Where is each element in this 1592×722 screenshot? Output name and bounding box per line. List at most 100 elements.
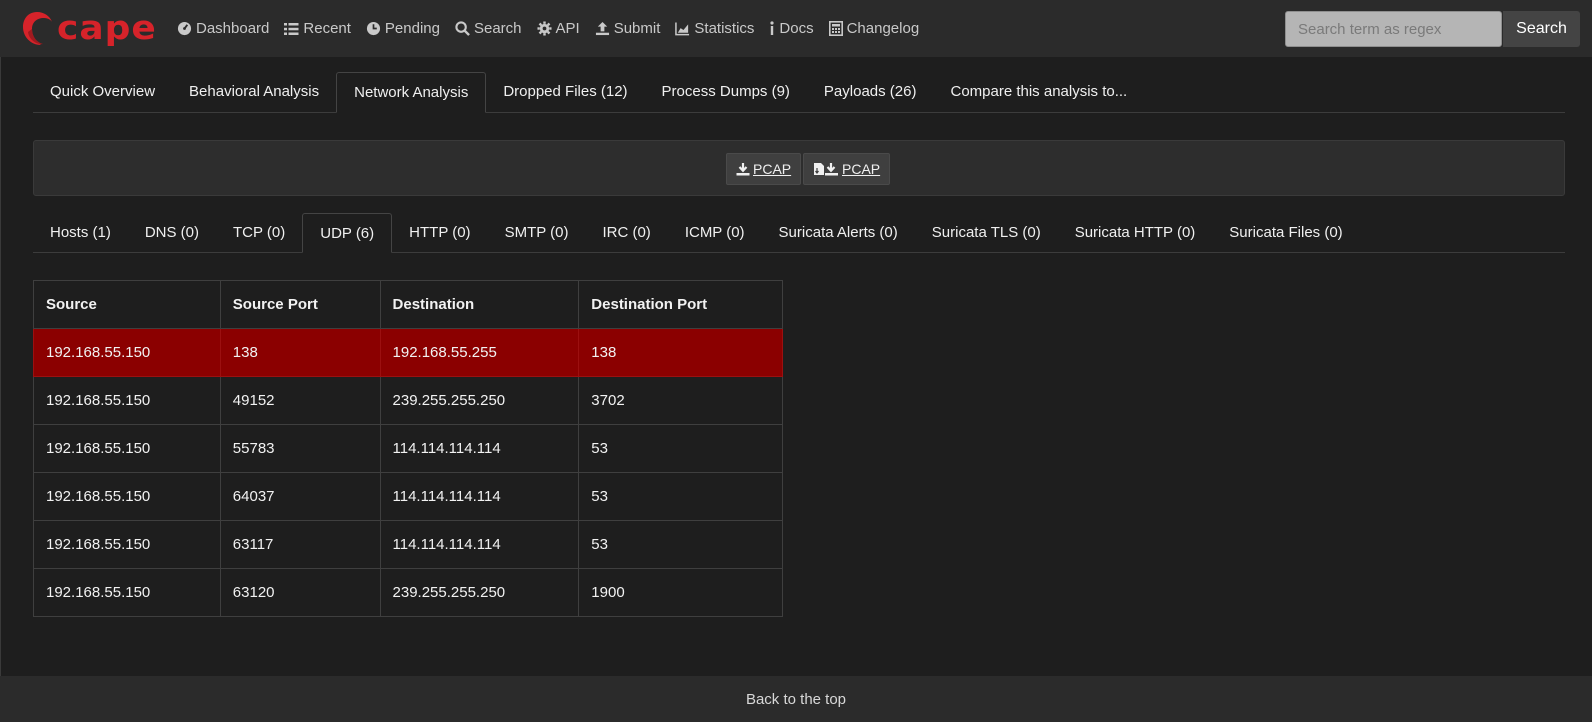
table-row: 192.168.55.150 138 192.168.55.255 138 [33,328,783,377]
nav-statistics-label: Statistics [694,20,755,37]
tab-suricata-tls[interactable]: Suricata TLS (0) [915,212,1058,252]
upload-icon [595,21,609,36]
nav-api[interactable]: API [536,20,580,37]
cell-source: 192.168.55.150 [33,472,221,521]
tab-suricata-alerts[interactable]: Suricata Alerts (0) [762,212,915,252]
cell-destination-port: 1900 [578,568,783,617]
tab-hosts[interactable]: Hosts (1) [33,212,128,252]
cell-destination-port: 3702 [578,376,783,425]
nav-docs[interactable]: Docs [769,20,814,37]
table-row: 192.168.55.150 63120 239.255.255.250 190… [33,568,783,617]
dashboard-icon [177,21,192,36]
nav-pending[interactable]: Pending [366,20,440,37]
tab-compare-analysis[interactable]: Compare this analysis to... [933,71,1144,112]
tab-behavioral-analysis[interactable]: Behavioral Analysis [172,71,336,112]
back-to-top-link[interactable]: Back to the top [746,691,846,708]
cell-destination: 114.114.114.114 [379,520,580,569]
brand-name: cape [57,9,157,48]
cell-destination: 114.114.114.114 [379,424,580,473]
search-icon [455,21,470,36]
nav-submit[interactable]: Submit [595,20,661,37]
pcap-download-alt-label: PCAP [842,161,881,177]
table-row: 192.168.55.150 63117 114.114.114.114 53 [33,520,783,569]
pcap-download-label: PCAP [753,161,792,177]
cape-logo[interactable]: cape [21,9,157,49]
nav-search[interactable]: Search [455,20,522,37]
cell-destination-port: 138 [578,328,783,377]
tab-network-analysis[interactable]: Network Analysis [336,72,487,113]
cell-destination: 239.255.255.250 [379,568,580,617]
tab-payloads[interactable]: Payloads (26) [807,71,934,112]
tab-quick-overview[interactable]: Quick Overview [33,71,172,112]
cell-source: 192.168.55.150 [33,568,221,617]
page-footer: Back to the top [0,676,1592,722]
cell-source-port: 55783 [219,424,381,473]
udp-connections-table: Source Source Port Destination Destinati… [33,280,783,617]
cell-source-port: 64037 [219,472,381,521]
network-tabs: Hosts (1) DNS (0) TCP (0) UDP (6) HTTP (… [33,213,1565,253]
nav-changelog[interactable]: Changelog [828,20,920,37]
cell-destination-port: 53 [578,472,783,521]
column-header-source: Source [33,280,221,329]
table-row: 192.168.55.150 49152 239.255.255.250 370… [33,376,783,425]
tab-suricata-files[interactable]: Suricata Files (0) [1212,212,1359,252]
pcap-download-button[interactable]: PCAP [726,153,802,185]
file-download-icon [814,163,838,176]
nav-recent[interactable]: Recent [284,20,351,37]
tab-dropped-files[interactable]: Dropped Files (12) [486,71,644,112]
top-navbar: cape Dashboard Recent Pending Search API… [0,0,1592,57]
column-header-destination-port: Destination Port [578,280,783,329]
table-row: 192.168.55.150 64037 114.114.114.114 53 [33,472,783,521]
cell-destination: 239.255.255.250 [379,376,580,425]
table-row: 192.168.55.150 55783 114.114.114.114 53 [33,424,783,473]
gear-icon [536,21,552,36]
tab-http[interactable]: HTTP (0) [392,212,487,252]
download-icon [736,162,750,175]
clock-icon [366,21,380,36]
pcap-download-alt-button[interactable]: PCAP [803,153,891,185]
analysis-tabs: Quick Overview Behavioral Analysis Netwo… [33,72,1565,113]
nav-api-label: API [555,20,580,37]
tab-suricata-http[interactable]: Suricata HTTP (0) [1058,212,1213,252]
tab-icmp[interactable]: ICMP (0) [668,212,762,252]
nav-links: Dashboard Recent Pending Search API Subm… [177,0,934,57]
column-header-destination: Destination [379,280,580,329]
info-icon [770,21,775,35]
cell-source-port: 63120 [219,568,381,617]
cell-source: 192.168.55.150 [33,520,221,569]
nav-submit-label: Submit [613,20,661,37]
chart-icon [675,21,690,35]
cell-source-port: 49152 [219,376,381,425]
nav-search-label: Search [473,20,522,37]
cell-source: 192.168.55.150 [33,328,221,377]
cape-logo-icon [23,12,52,45]
tab-process-dumps[interactable]: Process Dumps (9) [645,71,807,112]
cell-source-port: 138 [219,328,381,377]
nav-statistics[interactable]: Statistics [675,20,754,37]
cell-destination: 114.114.114.114 [379,472,580,521]
list-icon [284,22,299,35]
column-header-source-port: Source Port [219,280,381,329]
nav-pending-label: Pending [384,20,440,37]
tab-dns[interactable]: DNS (0) [128,212,216,252]
tab-udp[interactable]: UDP (6) [302,213,393,253]
cell-destination-port: 53 [578,520,783,569]
tab-tcp[interactable]: TCP (0) [216,212,302,252]
cell-source-port: 63117 [219,520,381,569]
nav-changelog-label: Changelog [846,20,920,37]
cell-destination: 192.168.55.255 [379,328,580,377]
nav-dashboard-label: Dashboard [196,20,270,37]
cell-source: 192.168.55.150 [33,376,221,425]
pcap-download-panel: PCAP PCAP [33,140,1565,196]
calculator-icon [828,21,843,36]
cell-source: 192.168.55.150 [33,424,221,473]
search-input[interactable] [1285,11,1502,47]
search-button[interactable]: Search [1503,11,1580,47]
tab-irc[interactable]: IRC (0) [585,212,667,252]
nav-recent-label: Recent [303,20,351,37]
nav-docs-label: Docs [779,20,814,37]
cell-destination-port: 53 [578,424,783,473]
nav-dashboard[interactable]: Dashboard [177,20,269,37]
table-header-row: Source Source Port Destination Destinati… [33,280,783,329]
tab-smtp[interactable]: SMTP (0) [488,212,586,252]
